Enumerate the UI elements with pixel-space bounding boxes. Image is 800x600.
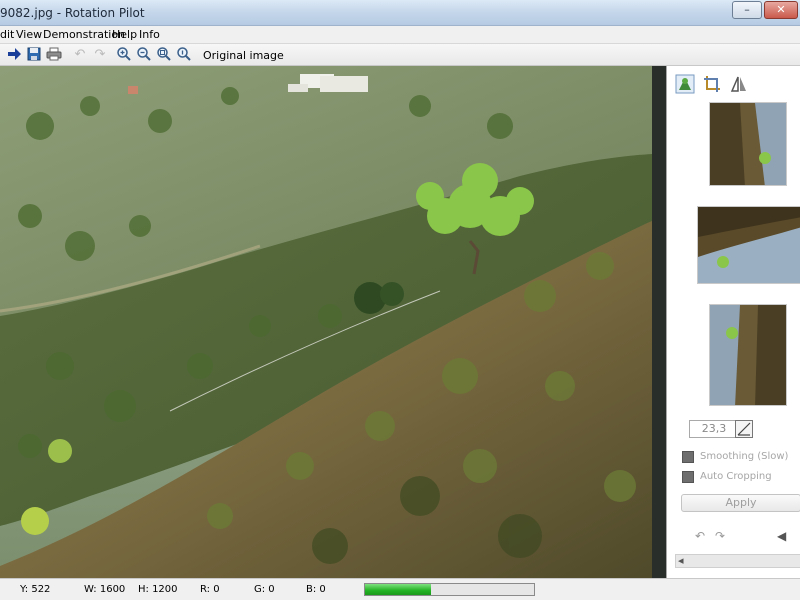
angle-reset-icon[interactable] [735,420,753,438]
title-bar[interactable]: 9082.jpg - Rotation Pilot – ✕ [0,0,800,26]
status-width: W: 1600 [84,584,126,595]
auto-cropping-label: Auto Cropping [700,471,772,482]
angle-input[interactable]: 23,3 [689,420,739,438]
save-icon[interactable] [25,46,43,64]
menu-help[interactable]: Help [112,28,137,41]
status-bar: Y: 522 W: 1600 H: 1200 R: 0 G: 0 B: 0 [0,578,800,600]
panel-scrollbar[interactable]: ◂ [675,554,800,568]
rotate-tool-icon[interactable] [675,74,695,94]
status-y: Y: 522 [20,584,51,595]
redo-icon[interactable]: ↷ [91,46,109,64]
panel-redo-icon[interactable]: ↷ [715,529,725,543]
back-arrow-icon[interactable]: ◀ [777,529,786,543]
splitter[interactable] [652,66,666,578]
progress-fill [365,584,431,595]
rotation-panel: 23,3 Smoothing (Slow) Auto Cropping Appl… [666,66,800,578]
original-image-button[interactable]: Original image [203,49,284,62]
zoom-fit-icon[interactable] [155,46,173,64]
minimize-button[interactable]: – [732,1,762,19]
undo-icon[interactable]: ↶ [71,46,89,64]
menu-bar: dit View Demonstration Help Info [0,26,800,44]
zoom-in-icon[interactable] [115,46,133,64]
status-height: H: 1200 [138,584,178,595]
landscape-photo [0,66,652,578]
status-red: R: 0 [200,584,220,595]
auto-cropping-checkbox-box[interactable] [682,471,694,483]
zoom-actual-icon[interactable] [175,46,193,64]
print-icon[interactable] [45,46,63,64]
progress-bar [364,583,535,596]
app-window: 9082.jpg - Rotation Pilot – ✕ dit View D… [0,0,800,600]
arrow-right-icon[interactable] [5,46,23,64]
toolbar: ↶ ↷ Original image [0,44,800,66]
smoothing-checkbox-box[interactable] [682,451,694,463]
panel-undo-icon[interactable]: ↶ [695,529,705,543]
preview-rotate-180[interactable] [697,206,800,284]
crop-tool-icon[interactable] [702,74,722,94]
close-button[interactable]: ✕ [764,1,798,19]
menu-info[interactable]: Info [139,28,160,41]
preview-rotate-left[interactable] [709,304,787,406]
menu-edit[interactable]: dit [0,28,14,41]
window-title: 9082.jpg - Rotation Pilot [0,6,145,20]
smoothing-label: Smoothing (Slow) [700,451,789,462]
zoom-out-icon[interactable] [135,46,153,64]
status-green: G: 0 [254,584,275,595]
mirror-tool-icon[interactable] [729,74,749,94]
scroll-left-icon[interactable]: ◂ [678,554,684,567]
image-canvas[interactable] [0,66,652,578]
preview-rotate-right[interactable] [709,102,787,186]
status-blue: B: 0 [306,584,326,595]
menu-view[interactable]: View [16,28,42,41]
apply-button[interactable]: Apply [681,494,800,512]
